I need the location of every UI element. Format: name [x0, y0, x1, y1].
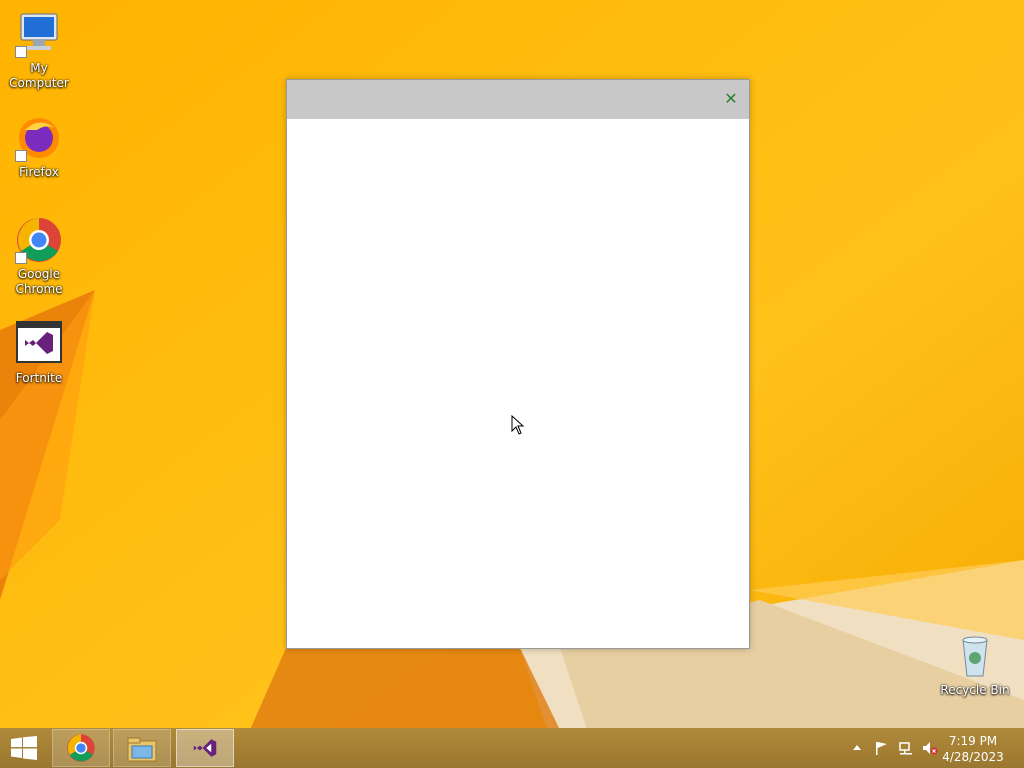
recycle-bin-icon [951, 632, 999, 680]
desktop-icon-label: Recycle Bin [940, 683, 1010, 697]
desktop-icon-recycle-bin[interactable]: Recycle Bin [936, 632, 1014, 698]
mouse-cursor-icon [511, 415, 525, 435]
folder-icon [127, 737, 157, 762]
shortcut-arrow-icon [15, 46, 27, 58]
firefox-icon [15, 114, 63, 162]
chrome-icon [15, 216, 63, 264]
desktop-icon-label: Google Chrome [15, 267, 63, 296]
show-hidden-icons-chevron[interactable] [851, 740, 867, 756]
clock-time: 7:19 PM [948, 734, 998, 748]
windows-logo-icon [11, 736, 37, 760]
close-icon[interactable]: ✕ [719, 88, 743, 110]
desktop-icon-fortnite[interactable]: Fortnite [0, 320, 78, 386]
taskbar [0, 728, 1024, 768]
desktop-icon-google-chrome[interactable]: Google Chrome [0, 216, 78, 297]
action-center-flag-icon[interactable] [874, 740, 890, 756]
network-icon[interactable] [898, 740, 914, 756]
start-button[interactable] [0, 728, 48, 768]
desktop-icon-label: Fortnite [15, 371, 63, 385]
taskbar-chrome-button[interactable] [52, 729, 110, 767]
dialog-titlebar[interactable]: ✕ [287, 80, 749, 119]
desktop-icon-label: Firefox [19, 165, 59, 179]
desktop-icon-firefox[interactable]: Firefox [0, 114, 78, 180]
taskbar-visual-studio-button[interactable] [176, 729, 234, 767]
shortcut-arrow-icon [15, 150, 27, 162]
taskbar-file-explorer-button[interactable] [113, 729, 171, 767]
chrome-icon [67, 734, 95, 762]
taskbar-clock[interactable]: 7:19 PM 4/28/2023 [938, 733, 1008, 765]
blank-dialog-window: ✕ [286, 79, 750, 649]
dialog-content-area [287, 119, 749, 648]
shortcut-arrow-icon [15, 252, 27, 264]
visual-studio-icon [15, 320, 63, 368]
volume-muted-icon[interactable] [922, 740, 938, 756]
desktop-icon-my-computer[interactable]: My Computer [0, 10, 78, 91]
desktop-icon-label: My Computer [9, 61, 69, 90]
visual-studio-icon [193, 739, 217, 757]
clock-date: 4/28/2023 [942, 750, 1004, 764]
computer-icon [15, 10, 63, 58]
